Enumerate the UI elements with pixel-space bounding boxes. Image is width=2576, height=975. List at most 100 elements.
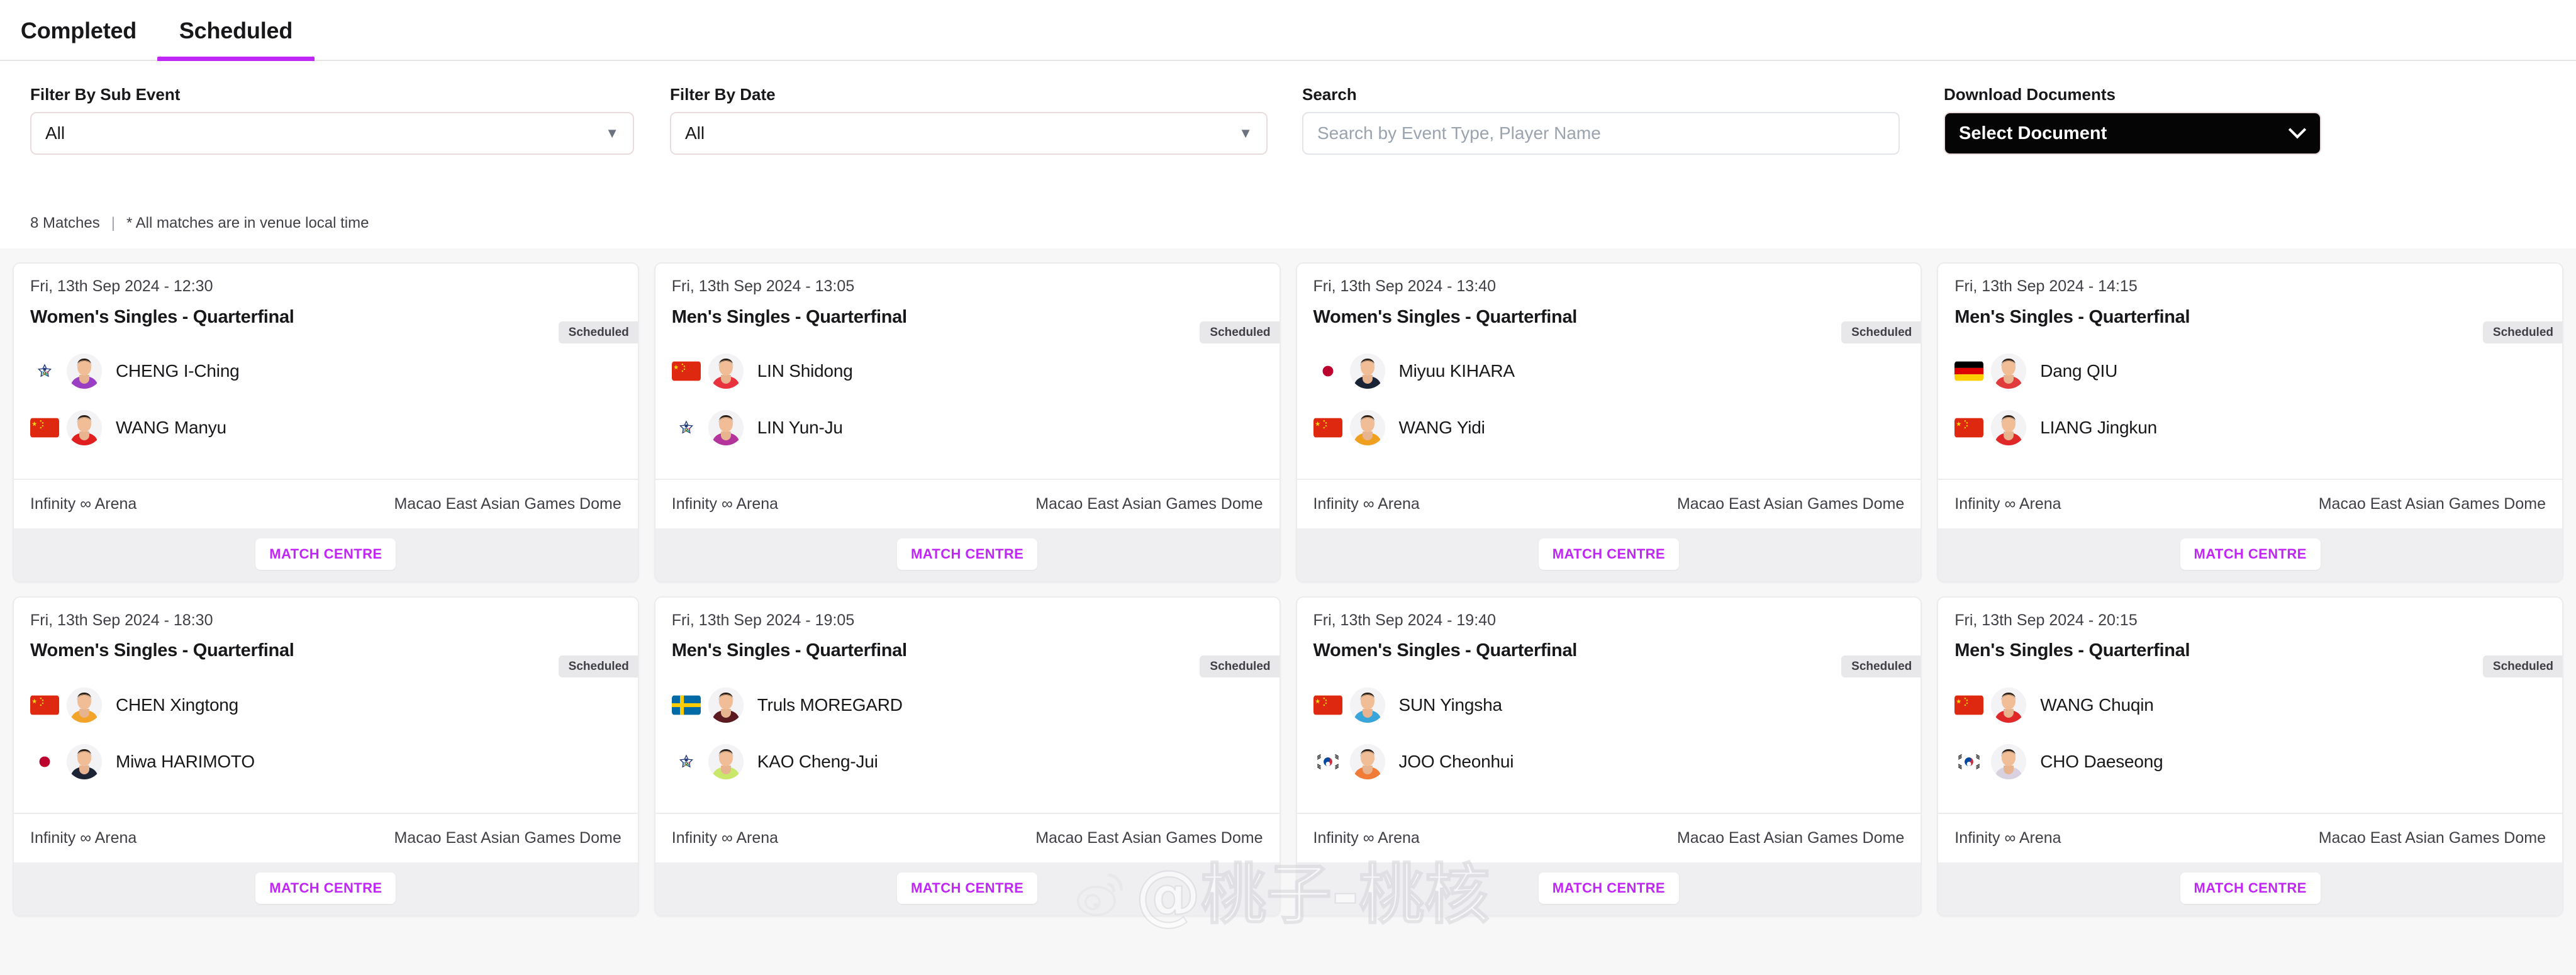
status-badge: Scheduled: [558, 321, 638, 343]
match-card[interactable]: Fri, 13th Sep 2024 - 18:30 Women's Single…: [13, 596, 639, 916]
select-document-dropdown[interactable]: Select Document: [1944, 112, 2321, 155]
match-title: Men's Singles - Quarterfinal: [1954, 306, 2190, 327]
flag-icon: [1313, 360, 1342, 381]
match-title: Men's Singles - Quarterfinal: [671, 306, 907, 327]
match-card[interactable]: Fri, 13th Sep 2024 - 12:30 Women's Single…: [13, 262, 639, 582]
match-card-footer: MATCH CENTRE: [655, 528, 1280, 581]
status-badge: Scheduled: [1841, 321, 1921, 343]
match-card[interactable]: Fri, 13th Sep 2024 - 13:40 Women's Single…: [1295, 262, 1922, 582]
venue-location: Macao East Asian Games Dome: [1035, 494, 1263, 513]
player-avatar: [708, 410, 744, 445]
match-title: Men's Singles - Quarterfinal: [671, 640, 907, 661]
player-name: CHENG I-Ching: [116, 360, 240, 381]
player-name: LIN Shidong: [757, 360, 853, 381]
venue-arena: Infinity ∞ Arena: [30, 828, 137, 847]
match-card[interactable]: Fri, 13th Sep 2024 - 13:05 Men's Singles …: [654, 262, 1281, 582]
match-card[interactable]: Fri, 13th Sep 2024 - 14:15 Men's Singles …: [1937, 262, 2563, 582]
match-centre-button[interactable]: MATCH CENTRE: [255, 872, 396, 904]
matches-section: Fri, 13th Sep 2024 - 12:30 Women's Single…: [0, 248, 2576, 975]
match-centre-button[interactable]: MATCH CENTRE: [1538, 872, 1679, 904]
venue-location: Macao East Asian Games Dome: [1676, 494, 1905, 513]
player-row: CHENG I-Ching: [30, 353, 622, 389]
player-name: CHEN Xingtong: [116, 694, 239, 715]
venue-row: Infinity ∞ Arena Macao East Asian Games D…: [655, 813, 1280, 862]
match-title: Women's Singles - Quarterfinal: [30, 640, 294, 661]
search-input[interactable]: Search by Event Type, Player Name: [1302, 112, 1900, 155]
match-datetime: Fri, 13th Sep 2024 - 12:30: [30, 277, 213, 295]
player-avatar: [708, 687, 744, 723]
venue-arena: Infinity ∞ Arena: [1313, 828, 1420, 847]
flag-icon: [1954, 751, 1984, 772]
match-centre-button[interactable]: MATCH CENTRE: [897, 538, 1038, 570]
player-row: Miyuu KIHARA: [1313, 353, 1905, 389]
match-card-footer: MATCH CENTRE: [1296, 528, 1921, 581]
player-avatar: [1349, 687, 1385, 723]
search-group: Search Search by Event Type, Player Name: [1302, 86, 1900, 155]
match-title: Women's Singles - Quarterfinal: [1313, 306, 1578, 327]
filter-date-select[interactable]: All ▼: [670, 112, 1268, 155]
player-name: KAO Cheng-Jui: [757, 751, 878, 771]
flag-icon: [1313, 751, 1342, 772]
matches-meta: 8 Matches | * All matches are in venue l…: [30, 214, 369, 232]
match-centre-button[interactable]: MATCH CENTRE: [2180, 538, 2321, 570]
filter-sub-event-group: Filter By Sub Event All ▼: [30, 86, 634, 155]
match-card-header: Fri, 13th Sep 2024 - 14:15 Men's Singles …: [1938, 264, 2562, 343]
match-card[interactable]: Fri, 13th Sep 2024 - 19:40 Women's Single…: [1295, 596, 1922, 916]
player-avatar: [67, 410, 102, 445]
venue-arena: Infinity ∞ Arena: [1313, 494, 1420, 513]
tab-scheduled-label: Scheduled: [179, 17, 293, 43]
venue-arena: Infinity ∞ Arena: [1954, 828, 2061, 847]
match-datetime: Fri, 13th Sep 2024 - 18:30: [30, 611, 213, 629]
match-centre-button[interactable]: MATCH CENTRE: [255, 538, 396, 570]
match-card-header: Fri, 13th Sep 2024 - 19:40 Women's Single…: [1296, 597, 1921, 677]
player-name: LIANG Jingkun: [2040, 417, 2157, 437]
players-list: WANG Chuqin CHO Daeseong: [1938, 666, 2562, 814]
match-centre-button[interactable]: MATCH CENTRE: [1538, 538, 1679, 570]
venue-row: Infinity ∞ Arena Macao East Asian Games D…: [655, 479, 1280, 528]
player-row: KAO Cheng-Jui: [671, 744, 1263, 779]
match-card-header: Fri, 13th Sep 2024 - 18:30 Women's Single…: [14, 597, 638, 677]
flag-icon: [30, 417, 59, 438]
player-avatar: [1991, 353, 2027, 389]
flag-icon: [671, 751, 701, 772]
match-centre-button[interactable]: MATCH CENTRE: [2180, 872, 2321, 904]
player-avatar: [1349, 410, 1385, 445]
flag-icon: [671, 360, 701, 381]
filter-date-label: Filter By Date: [670, 85, 776, 104]
match-card[interactable]: Fri, 13th Sep 2024 - 19:05 Men's Singles …: [654, 596, 1281, 916]
player-avatar: [1991, 744, 2027, 779]
venue-arena: Infinity ∞ Arena: [30, 494, 137, 513]
tab-scheduled[interactable]: Scheduled: [157, 0, 315, 62]
status-badge: Scheduled: [558, 655, 638, 677]
match-grid: Fri, 13th Sep 2024 - 12:30 Women's Single…: [13, 262, 2563, 916]
player-row: LIN Yun-Ju: [671, 410, 1263, 445]
match-card-header: Fri, 13th Sep 2024 - 19:05 Men's Singles …: [655, 597, 1280, 677]
players-list: SUN Yingsha JOO Cheonhui: [1296, 666, 1921, 814]
venue-row: Infinity ∞ Arena Macao East Asian Games D…: [1938, 813, 2562, 862]
chevron-down-icon: [2288, 121, 2307, 139]
tab-completed[interactable]: Completed: [0, 0, 157, 61]
venue-row: Infinity ∞ Arena Macao East Asian Games D…: [1938, 479, 2562, 528]
player-row: SUN Yingsha: [1313, 687, 1905, 723]
player-avatar: [708, 353, 744, 389]
match-card[interactable]: Fri, 13th Sep 2024 - 20:15 Men's Singles …: [1937, 596, 2563, 916]
venue-location: Macao East Asian Games Dome: [394, 494, 622, 513]
venue-row: Infinity ∞ Arena Macao East Asian Games D…: [1296, 813, 1921, 862]
match-card-footer: MATCH CENTRE: [1296, 862, 1921, 915]
players-list: Miyuu KIHARA WANG Yidi: [1296, 332, 1921, 480]
player-row: Truls MOREGARD: [671, 687, 1263, 723]
select-document-value: Select Document: [1959, 123, 2107, 143]
flag-icon: [671, 694, 701, 715]
match-centre-button[interactable]: MATCH CENTRE: [897, 872, 1038, 904]
search-placeholder: Search by Event Type, Player Name: [1317, 123, 1601, 143]
filter-sub-event-select[interactable]: All ▼: [30, 112, 634, 155]
chevron-down-icon: ▼: [1239, 125, 1252, 141]
player-name: LIN Yun-Ju: [757, 417, 843, 437]
player-row: CHO Daeseong: [1954, 744, 2546, 779]
player-avatar: [1991, 687, 2027, 723]
status-badge: Scheduled: [1200, 655, 1280, 677]
player-name: Dang QIU: [2040, 360, 2118, 381]
match-title: Women's Singles - Quarterfinal: [30, 306, 294, 327]
player-row: JOO Cheonhui: [1313, 744, 1905, 779]
match-datetime: Fri, 13th Sep 2024 - 19:40: [1313, 611, 1496, 629]
